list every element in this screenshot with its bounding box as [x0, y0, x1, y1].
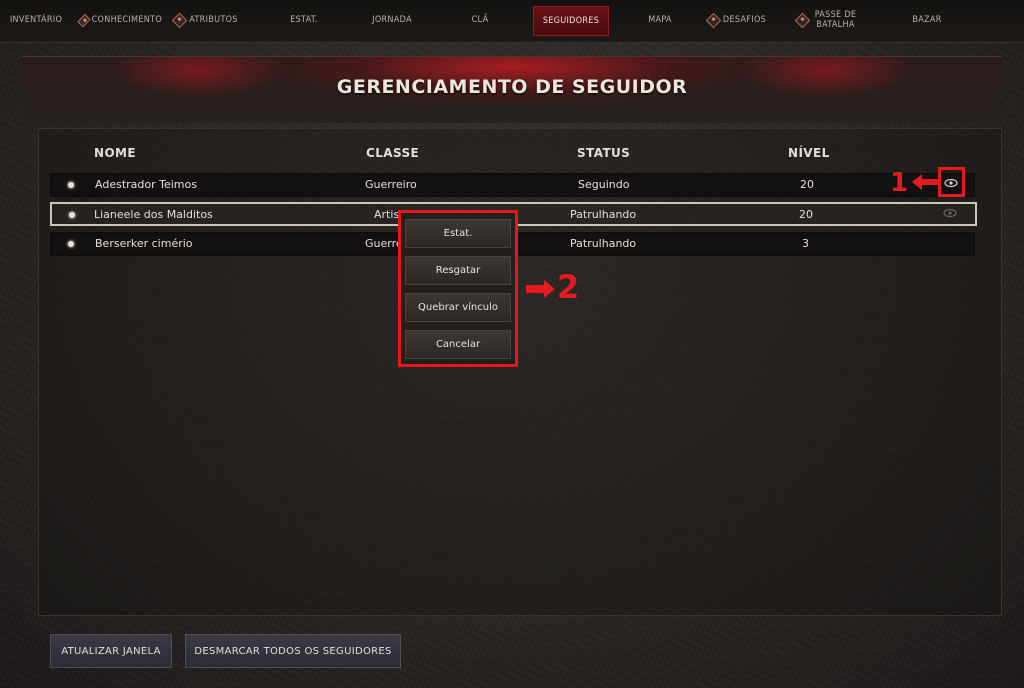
arrow-right-icon [526, 280, 555, 298]
follower-level: 20 [800, 178, 814, 191]
tab-inventario[interactable]: INVENTÁRIO [4, 6, 68, 34]
follower-class: Guerreiro [365, 178, 417, 191]
diamond-icon [77, 13, 91, 27]
tab-seguidores[interactable]: SEGUIDORES [533, 6, 609, 36]
tab-label: BAZAR [912, 15, 942, 25]
tab-label: DESAFIOS [722, 15, 767, 25]
arrow-left-icon [912, 174, 938, 190]
table-row[interactable]: Adestrador Teimos Guerreiro Seguindo 20 [50, 173, 975, 197]
tab-mapa[interactable]: MAPA [638, 6, 682, 34]
tab-label: INVENTÁRIO [9, 15, 63, 25]
tab-label: CLÃ [471, 15, 489, 25]
tab-bazar[interactable]: BAZAR [904, 6, 950, 34]
follower-level: 3 [802, 237, 809, 250]
menu-item-quebrar-vinculo[interactable]: Quebrar vínculo [405, 293, 511, 322]
bullet-icon [68, 241, 74, 247]
follower-name: Adestrador Teimos [95, 178, 197, 191]
tab-estat[interactable]: ESTAT. [276, 6, 332, 34]
column-header-name: NOME [94, 146, 136, 160]
annotation-number-2: 2 [557, 268, 580, 306]
page-title: GERENCIAMENTO DE SEGUIDOR [336, 76, 688, 98]
column-header-level: NÍVEL [788, 146, 830, 160]
tab-label: CONHECIMENTO [91, 15, 162, 25]
tab-jornada[interactable]: JORNADA [362, 6, 422, 34]
diamond-icon [794, 12, 810, 28]
follower-class: Guerre [365, 237, 403, 250]
tab-label: ATRIBUTOS [189, 15, 238, 25]
follower-name: Berserker cimério [95, 237, 193, 250]
diamond-icon [705, 12, 722, 28]
table-header: NOME CLASSE STATUS NÍVEL [0, 146, 1024, 166]
top-tab-bar: INVENTÁRIO CONHECIMENTO ATRIBUTOS ESTAT.… [0, 0, 1024, 43]
column-header-status: STATUS [577, 146, 631, 160]
refresh-window-button[interactable]: ATUALIZAR JANELA [50, 634, 172, 668]
tab-label: MAPA [648, 15, 672, 25]
eye-icon[interactable] [943, 208, 957, 218]
diamond-icon [172, 12, 188, 28]
tab-desafios[interactable]: DESAFIOS [700, 6, 774, 34]
tab-conhecimento[interactable]: CONHECIMENTO [77, 6, 162, 34]
bullet-icon [69, 212, 75, 218]
annotation-number-1: 1 [890, 168, 909, 198]
follower-status: Seguindo [578, 178, 630, 191]
tab-atributos[interactable]: ATRIBUTOS [170, 6, 242, 34]
follower-status: Patrulhando [570, 208, 637, 221]
tab-passe-de-batalha[interactable]: PASSE DE BATALHA [790, 6, 866, 34]
context-menu: Estat. Resgatar Quebrar vínculo Cancelar [398, 210, 518, 367]
bullet-icon [68, 182, 74, 188]
menu-item-cancelar[interactable]: Cancelar [405, 330, 511, 359]
tab-label: JORNADA [372, 15, 412, 25]
follower-name: Lianeele dos Malditos [94, 208, 213, 221]
column-header-class: CLASSE [366, 146, 420, 160]
tab-label: PASSE DE BATALHA [814, 10, 857, 30]
unmark-all-followers-button[interactable]: DESMARCAR TODOS OS SEGUIDORES [185, 634, 401, 668]
tab-label: SEGUIDORES [542, 16, 600, 26]
tab-cla[interactable]: CLÃ [460, 6, 500, 34]
follower-class: Artis [374, 208, 400, 221]
tab-label: ESTAT. [290, 15, 318, 25]
follower-level: 20 [799, 208, 813, 221]
menu-item-estat[interactable]: Estat. [405, 219, 511, 248]
follower-status: Patrulhando [570, 237, 637, 250]
eye-highlight-box [938, 167, 965, 197]
menu-item-resgatar[interactable]: Resgatar [405, 256, 511, 285]
